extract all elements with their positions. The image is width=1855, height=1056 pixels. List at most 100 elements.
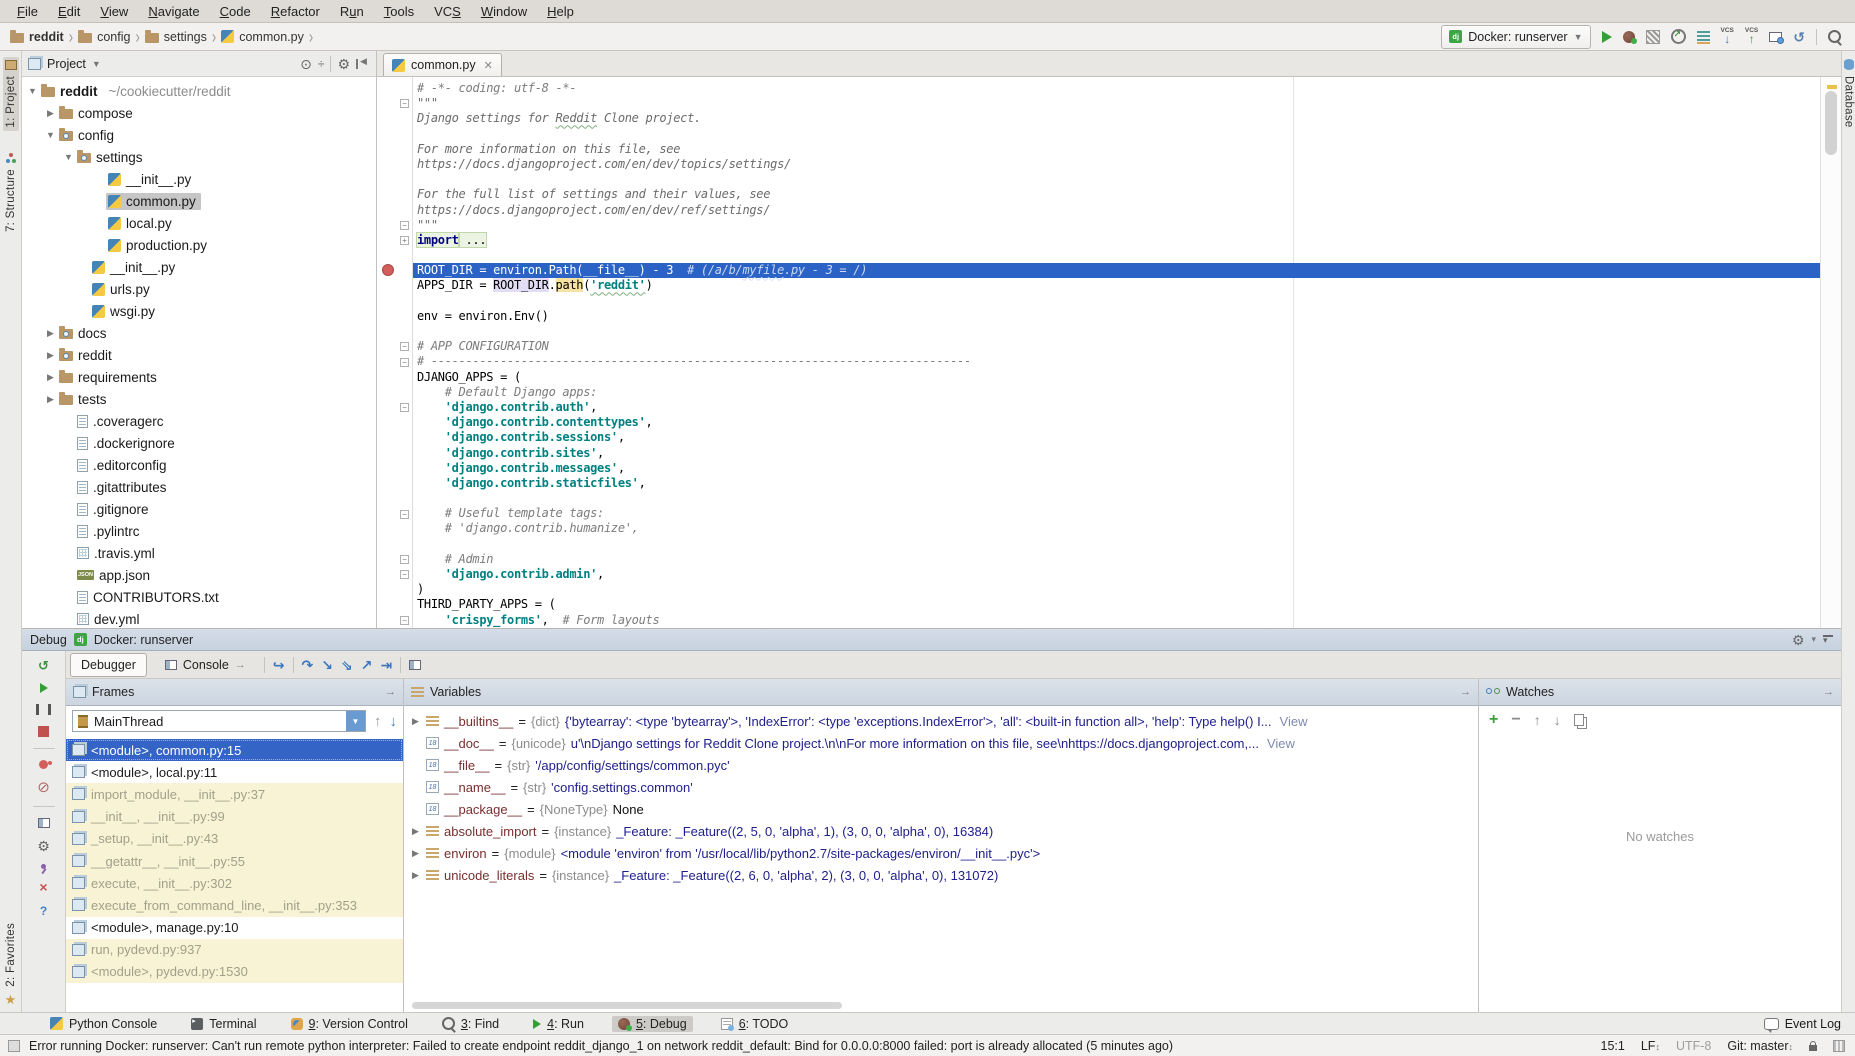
variable-row[interactable]: 18__name__={str}'config.settings.common' bbox=[404, 776, 1478, 798]
frame-row[interactable]: execute_from_command_line, __init__.py:3… bbox=[66, 894, 403, 916]
frame-row[interactable]: __getattr__, __init__.py:55 bbox=[66, 850, 403, 872]
tree-toggle-icon[interactable]: ▼ bbox=[62, 152, 75, 162]
memory-indicator-icon[interactable] bbox=[1833, 1040, 1845, 1052]
code-line[interactable]: import ... bbox=[417, 233, 1820, 248]
tree-item-urls.py[interactable]: urls.py bbox=[22, 278, 376, 300]
code-line[interactable]: """ bbox=[417, 96, 1820, 111]
code-line[interactable]: APPS_DIR = ROOT_DIR.path('reddit') bbox=[417, 278, 1820, 293]
tree-toggle-icon[interactable]: ▶ bbox=[44, 394, 57, 405]
run-to-cursor-button[interactable]: ⇥ bbox=[380, 658, 392, 672]
editor-gutter[interactable]: −−+−−−−−−− bbox=[377, 77, 413, 628]
tree-toggle-icon[interactable]: ▶ bbox=[44, 108, 57, 119]
view-breakpoints-button[interactable] bbox=[39, 760, 48, 769]
fold-marker[interactable]: − bbox=[400, 510, 409, 519]
code-line[interactable]: # 'django.contrib.humanize', bbox=[417, 521, 1820, 536]
code-line[interactable]: # --------------------------------------… bbox=[417, 354, 1820, 369]
menu-code[interactable]: Code bbox=[211, 2, 260, 21]
variable-row[interactable]: ▶environ={module}<module 'environ' from … bbox=[404, 842, 1478, 864]
tree-item-.gitignore[interactable]: .gitignore bbox=[22, 498, 376, 520]
frame-down-button[interactable]: ↓ bbox=[390, 713, 398, 730]
horizontal-scrollbar[interactable] bbox=[412, 1002, 842, 1009]
tree-item-requirements[interactable]: ▶requirements bbox=[22, 366, 376, 388]
search-everywhere-button[interactable] bbox=[1828, 30, 1841, 43]
code-line[interactable]: 'crispy_forms', # Form layouts bbox=[417, 613, 1820, 628]
chevron-down-icon[interactable]: ▾ bbox=[1811, 634, 1816, 645]
tree-toggle-icon[interactable]: ▶ bbox=[44, 350, 57, 361]
caret-position[interactable]: 15:1 bbox=[1601, 1039, 1625, 1053]
recent-changes-button[interactable] bbox=[1769, 32, 1782, 42]
fold-marker[interactable]: − bbox=[400, 99, 409, 108]
tool-window-tab-4-run[interactable]: 4: Run bbox=[527, 1016, 590, 1032]
tree-item-dev.yml[interactable]: dev.yml bbox=[22, 608, 376, 628]
evaluate-expression-button[interactable] bbox=[409, 660, 421, 670]
variable-row[interactable]: 18__package__={NoneType}None bbox=[404, 798, 1478, 820]
close-icon[interactable]: ✕ bbox=[484, 59, 493, 72]
tool-button-project[interactable]: 1: Project bbox=[3, 57, 19, 131]
code-line[interactable] bbox=[417, 248, 1820, 263]
fold-marker[interactable]: − bbox=[400, 221, 409, 230]
breakpoint-icon[interactable] bbox=[382, 264, 394, 276]
code-line[interactable]: # Default Django apps: bbox=[417, 385, 1820, 400]
status-message[interactable]: Error running Docker: runserver: Can't r… bbox=[29, 1039, 1173, 1053]
rollback-button[interactable]: ↺ bbox=[1793, 30, 1805, 44]
coverage-button[interactable] bbox=[1646, 30, 1660, 44]
menu-vcs[interactable]: VCS bbox=[425, 2, 470, 21]
tree-item-common.py[interactable]: common.py bbox=[22, 190, 376, 212]
tree-item-.gitattributes[interactable]: .gitattributes bbox=[22, 476, 376, 498]
view-link[interactable]: View bbox=[1280, 714, 1308, 729]
code-line[interactable]: # -*- coding: utf-8 -*- bbox=[417, 81, 1820, 96]
fold-marker[interactable]: + bbox=[400, 236, 409, 245]
frame-row[interactable]: <module>, local.py:11 bbox=[66, 761, 403, 783]
gear-icon[interactable]: ⚙ bbox=[1792, 633, 1805, 647]
fold-marker[interactable]: − bbox=[400, 342, 409, 351]
code-line[interactable]: env = environ.Env() bbox=[417, 309, 1820, 324]
tool-window-tab-9-version-control[interactable]: 9: Version Control bbox=[285, 1016, 414, 1032]
vcs-commit-button[interactable]: VCS↑ bbox=[1745, 28, 1758, 46]
tree-item-config[interactable]: ▼config bbox=[22, 124, 376, 146]
tree-item-local.py[interactable]: local.py bbox=[22, 212, 376, 234]
code-line[interactable]: 'django.contrib.contenttypes', bbox=[417, 415, 1820, 430]
pin-icon[interactable]: → bbox=[1460, 686, 1471, 698]
code-line[interactable] bbox=[417, 324, 1820, 339]
frame-row[interactable]: <module>, manage.py:10 bbox=[66, 917, 403, 939]
close-icon[interactable]: × bbox=[39, 880, 47, 894]
fold-marker[interactable]: − bbox=[400, 403, 409, 412]
pause-button[interactable] bbox=[36, 704, 51, 715]
pin-icon[interactable]: → bbox=[1823, 686, 1834, 698]
chevron-down-icon[interactable]: ▼ bbox=[346, 711, 365, 731]
tree-item-__init__.py[interactable]: __init__.py bbox=[22, 168, 376, 190]
file-encoding[interactable]: UTF-8 bbox=[1676, 1039, 1711, 1053]
debug-button[interactable] bbox=[1623, 31, 1635, 43]
code-line[interactable]: THIRD_PARTY_APPS = ( bbox=[417, 597, 1820, 612]
code-line[interactable] bbox=[417, 491, 1820, 506]
pin-tab-button[interactable] bbox=[41, 864, 46, 869]
code-line[interactable] bbox=[417, 172, 1820, 187]
frame-row[interactable]: __init__, __init__.py:99 bbox=[66, 806, 403, 828]
restore-layout-button[interactable] bbox=[38, 818, 50, 828]
fold-marker[interactable]: − bbox=[400, 555, 409, 564]
tree-item-compose[interactable]: ▶compose bbox=[22, 102, 376, 124]
expand-icon[interactable]: ▶ bbox=[410, 826, 421, 837]
code-line[interactable]: 'django.contrib.staticfiles', bbox=[417, 476, 1820, 491]
chevron-down-icon[interactable]: ▼ bbox=[92, 59, 101, 69]
code-line[interactable]: https://docs.djangoproject.com/en/dev/to… bbox=[417, 157, 1820, 172]
breadcrumb-common.py[interactable]: common.py bbox=[221, 30, 304, 44]
tree-toggle-icon[interactable]: ▶ bbox=[44, 372, 57, 383]
resume-button[interactable] bbox=[40, 683, 48, 693]
tool-button-structure[interactable]: 7: Structure bbox=[5, 153, 17, 232]
code-line[interactable]: For more information on this file, see bbox=[417, 142, 1820, 157]
debug-settings-button[interactable]: ⚙ bbox=[37, 839, 50, 853]
menu-view[interactable]: View bbox=[91, 2, 137, 21]
code-line[interactable] bbox=[417, 127, 1820, 142]
tree-toggle-icon[interactable]: ▼ bbox=[44, 130, 57, 140]
warning-mark[interactable] bbox=[1827, 85, 1837, 89]
tab-console[interactable]: Console → bbox=[155, 654, 256, 676]
tree-item-.coveragerc[interactable]: .coveragerc bbox=[22, 410, 376, 432]
frame-row[interactable]: execute, __init__.py:302 bbox=[66, 872, 403, 894]
profiler-button[interactable] bbox=[1671, 29, 1686, 44]
add-watch-button[interactable]: + bbox=[1489, 712, 1498, 728]
breadcrumb-reddit[interactable]: reddit bbox=[10, 30, 64, 44]
locate-file-button[interactable]: ⊙ bbox=[300, 57, 312, 71]
code-line[interactable]: DJANGO_APPS = ( bbox=[417, 370, 1820, 385]
code-line[interactable]: """ bbox=[417, 218, 1820, 233]
